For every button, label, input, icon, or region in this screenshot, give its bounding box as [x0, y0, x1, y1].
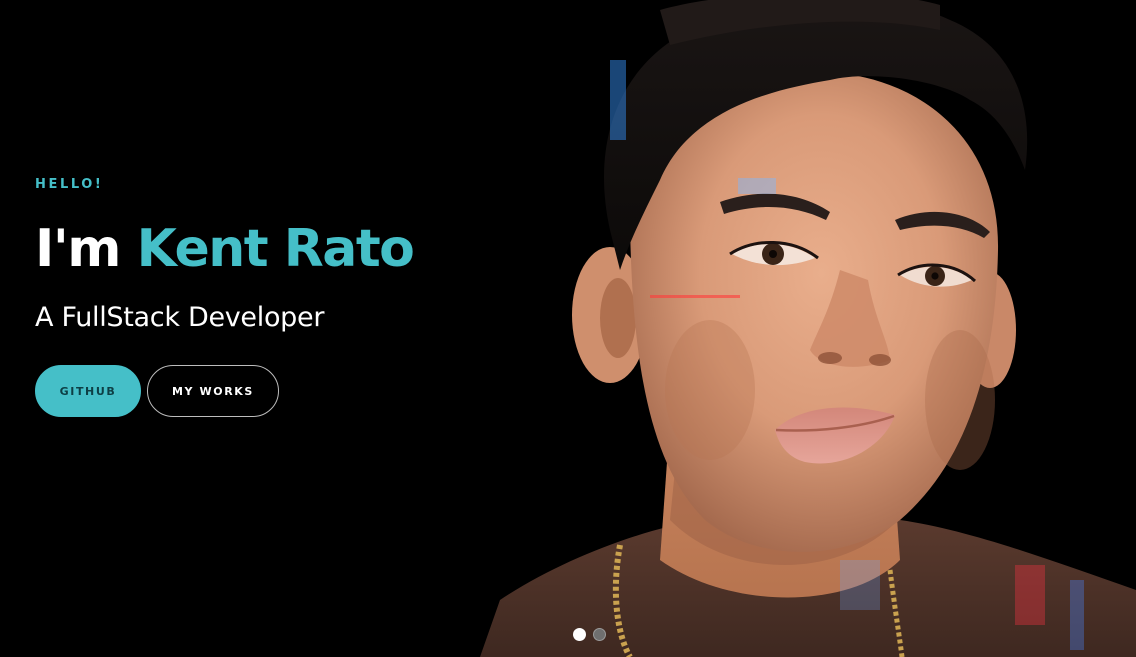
- intro-block: HELLO! I'm Kent Rato A FullStack Develop…: [35, 176, 495, 417]
- greeting-label: HELLO!: [35, 177, 104, 192]
- carousel-dot-2[interactable]: [593, 628, 606, 641]
- hero-section: HELLO! I'm Kent Rato A FullStack Develop…: [0, 0, 1136, 657]
- role-subtitle: A FullStack Developer: [35, 302, 325, 333]
- hero-actions: GITHUB MY WORKS: [35, 365, 495, 417]
- profile-portrait: [470, 0, 1136, 657]
- headline-prefix: I'm: [35, 219, 121, 279]
- github-button[interactable]: GITHUB: [35, 365, 141, 417]
- headline-name: Kent Rato: [136, 219, 415, 279]
- my-works-button[interactable]: MY WORKS: [147, 365, 279, 417]
- carousel-dots: [573, 628, 606, 641]
- carousel-dot-1[interactable]: [573, 628, 586, 641]
- page-title: I'm Kent Rato: [35, 216, 495, 282]
- portrait-illustration: [480, 0, 1136, 657]
